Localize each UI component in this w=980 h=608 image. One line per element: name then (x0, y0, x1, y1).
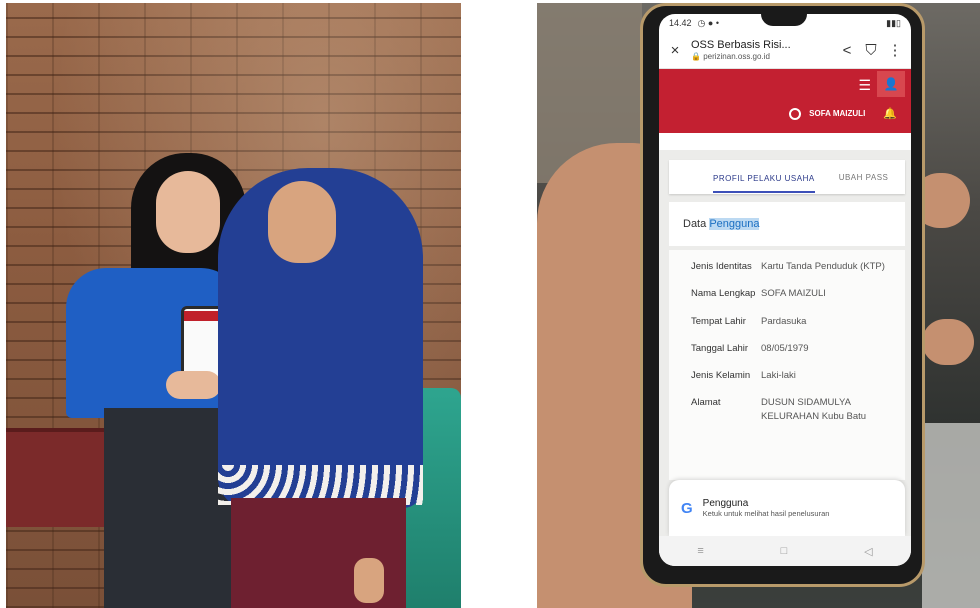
url-area[interactable]: OSS Berbasis Risi... 🔒 perizinan.oss.go.… (691, 39, 831, 61)
app-header: ☰ 👤 SOFA MAIZULI 🔔 (659, 69, 911, 133)
field-value: SOFA MAIZULI (761, 288, 826, 300)
sheet-title: Pengguna (702, 498, 749, 509)
field-value: Laki-laki (761, 370, 796, 382)
system-navbar: ≡ □ ◁ (659, 536, 911, 566)
url-domain: 🔒 perizinan.oss.go.id (691, 51, 770, 61)
person-2-face (268, 181, 336, 263)
camera-notch (761, 14, 807, 26)
person-2-hand (354, 558, 384, 603)
field-value: DUSUN SIDAMULYA KELURAHAN Kubu Batu (761, 397, 867, 422)
field-label: Tempat Lahir (691, 315, 746, 327)
field-value: 08/05/1979 (761, 342, 809, 354)
field-row: Tanggal Lahir 08/05/1979 (691, 342, 895, 355)
finger (922, 319, 974, 365)
back-icon[interactable]: ◁ (864, 545, 872, 558)
bell-icon[interactable]: 🔔 (883, 107, 897, 120)
user-name: SOFA MAIZULI (809, 109, 866, 118)
close-icon[interactable]: × (667, 42, 683, 59)
google-search-sheet[interactable]: G Pengguna Ketuk untuk melihat hasil pen… (669, 480, 905, 536)
field-row: Jenis Kelamin Laki-laki (691, 369, 895, 382)
status-time: 14.42 (669, 18, 692, 28)
menu-icon[interactable]: ☰ (858, 77, 871, 94)
browser-bar: × OSS Berbasis Risi... 🔒 perizinan.oss.g… (659, 32, 911, 69)
field-row: Tempat Lahir Pardasuka (691, 315, 895, 328)
page-title: OSS Berbasis Risi... (691, 39, 791, 52)
battery-icon: ▮▮▯ (886, 17, 901, 28)
user-circle-icon (789, 107, 802, 120)
user-row: SOFA MAIZULI 🔔 (789, 107, 897, 120)
tab-profil[interactable]: PROFIL PELAKU USAHA (713, 162, 815, 193)
share-icon[interactable]: < (839, 42, 855, 59)
tab-bar: PROFIL PELAKU USAHA UBAH PASS (669, 160, 905, 194)
notification-icons: ◷ ● • (697, 17, 719, 28)
more-icon[interactable]: ⋮ (887, 41, 903, 59)
field-label: Alamat (691, 397, 721, 409)
table (6, 428, 116, 527)
bookmark-icon[interactable]: ⛉ (863, 42, 879, 59)
highlighted-word: Pengguna (709, 218, 760, 230)
field-value: Pardasuka (761, 315, 807, 327)
field-label: Nama Lengkap (691, 288, 756, 300)
person-1-face (156, 171, 220, 253)
field-row: Alamat DUSUN SIDAMULYA KELURAHAN Kubu Ba… (691, 396, 895, 423)
field-label: Tanggal Lahir (691, 342, 749, 354)
sheet-subtitle: Ketuk untuk melihat hasil penelusuran (702, 509, 830, 518)
user-data-card: Jenis Identitas Kartu Tanda Penduduk (KT… (669, 250, 905, 480)
field-label: Jenis Kelamin (691, 370, 751, 382)
person-1-hand (166, 371, 221, 399)
google-icon: G (681, 499, 693, 517)
person-1-skirt (104, 408, 234, 608)
content-area: PROFIL PELAKU USAHA UBAH PASS Data Pengg… (659, 150, 911, 566)
phone-screen: 14.42 ◷ ● • ▮▮▯ × OSS Berbasis Risi... 🔒… (659, 14, 911, 566)
field-value: Kartu Tanda Penduduk (KTP) (761, 261, 885, 272)
recents-icon[interactable]: ≡ (697, 545, 703, 557)
smartphone: 14.42 ◷ ● • ▮▮▯ × OSS Berbasis Risi... 🔒… (640, 3, 925, 587)
tab-ubah-pass[interactable]: UBAH PASS (839, 173, 889, 182)
field-label: Jenis Identitas (691, 261, 752, 272)
field-row: Jenis Identitas Kartu Tanda Penduduk (KT… (691, 260, 895, 273)
background-blur (922, 423, 980, 608)
right-photo: 14.42 ◷ ● • ▮▮▯ × OSS Berbasis Risi... 🔒… (537, 3, 980, 608)
field-row: Nama Lengkap SOFA MAIZULI (691, 287, 895, 300)
left-photo (6, 3, 461, 608)
section-title: Data Pengguna (669, 202, 905, 246)
profile-icon[interactable]: 👤 (877, 71, 905, 97)
home-icon[interactable]: □ (781, 545, 788, 557)
